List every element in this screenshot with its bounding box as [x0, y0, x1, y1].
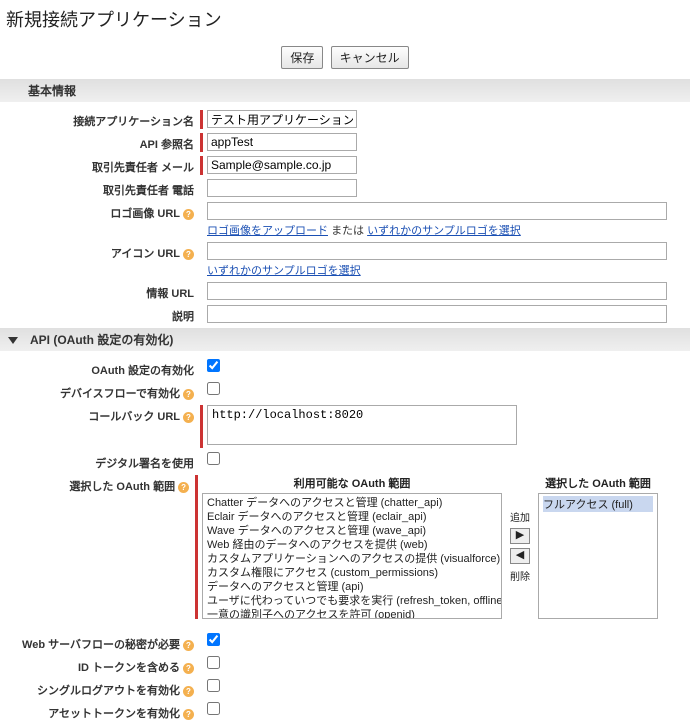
label-id-token: ID トークンを含める? — [0, 656, 200, 675]
add-label: 追加 — [510, 509, 530, 524]
input-description[interactable] — [207, 305, 667, 323]
logo-hint: ロゴ画像をアップロード または いずれかのサンプルロゴを選択 — [207, 222, 670, 238]
help-icon[interactable]: ? — [183, 709, 194, 720]
required-bar — [200, 110, 203, 129]
help-icon[interactable]: ? — [183, 209, 194, 220]
required-bar — [200, 133, 203, 152]
checkbox-id-token[interactable] — [207, 656, 220, 669]
page-title: 新規接続アプリケーション — [0, 0, 690, 42]
label-icon-url: アイコン URL? — [0, 242, 200, 261]
remove-label: 削除 — [510, 568, 530, 583]
scope-option[interactable]: Chatter データへのアクセスと管理 (chatter_api) — [207, 496, 497, 510]
input-email[interactable] — [207, 156, 357, 174]
label-selected-scope: 選択した OAuth 範囲? — [0, 475, 195, 494]
label-logo-url: ロゴ画像 URL? — [0, 202, 200, 221]
collapse-arrow-icon — [8, 337, 18, 344]
link-choose-sample-logo[interactable]: いずれかのサンプルロゴを選択 — [367, 225, 521, 237]
help-icon[interactable]: ? — [178, 482, 189, 493]
section-basic-info: 基本情報 — [0, 79, 690, 102]
label-enable-oauth: OAuth 設定の有効化 — [0, 359, 200, 378]
label-single-logout: シングルログアウトを有効化? — [0, 679, 200, 698]
label-phone: 取引先責任者 電話 — [0, 179, 200, 198]
textarea-callback-url[interactable]: http://localhost:8020 — [207, 405, 517, 445]
required-bar — [195, 475, 198, 619]
selected-scopes-header: 選択した OAuth 範囲 — [538, 475, 658, 493]
scope-option[interactable]: カスタムアプリケーションへのアクセスの提供 (visualforce) — [207, 552, 497, 566]
save-button[interactable]: 保存 — [281, 46, 323, 69]
label-digital-sig: デジタル署名を使用 — [0, 452, 200, 471]
help-icon[interactable]: ? — [183, 389, 194, 400]
scope-option[interactable]: Eclair データへのアクセスと管理 (eclair_api) — [207, 510, 497, 524]
input-info-url[interactable] — [207, 282, 667, 300]
input-app-name[interactable] — [207, 110, 357, 128]
scope-option[interactable]: ユーザに代わっていつでも要求を実行 (refresh_token, offlin… — [207, 594, 497, 608]
help-icon[interactable]: ? — [183, 412, 194, 423]
scope-option[interactable]: フルアクセス (full) — [543, 496, 653, 512]
input-logo-url[interactable] — [207, 202, 667, 220]
checkbox-enable-oauth[interactable] — [207, 359, 220, 372]
input-phone[interactable] — [207, 179, 357, 197]
icon-hint: いずれかのサンプルロゴを選択 — [207, 262, 670, 278]
available-scopes-list[interactable]: Chatter データへのアクセスと管理 (chatter_api)Eclair… — [202, 493, 502, 619]
scope-option[interactable]: 一意の識別子へのアクセスを許可 (openid) — [207, 608, 497, 619]
help-icon[interactable]: ? — [183, 640, 194, 651]
label-web-server-secret: Web サーバフローの秘密が必要? — [0, 633, 200, 652]
help-icon[interactable]: ? — [183, 686, 194, 697]
input-icon-url[interactable] — [207, 242, 667, 260]
link-choose-sample-icon[interactable]: いずれかのサンプルロゴを選択 — [207, 265, 361, 277]
available-scopes-header: 利用可能な OAuth 範囲 — [202, 475, 502, 493]
scope-option[interactable]: Web 経由のデータへのアクセスを提供 (web) — [207, 538, 497, 552]
cancel-button[interactable]: キャンセル — [331, 46, 409, 69]
link-upload-logo[interactable]: ロゴ画像をアップロード — [207, 225, 328, 237]
checkbox-single-logout[interactable] — [207, 679, 220, 692]
label-app-name: 接続アプリケーション名 — [0, 110, 200, 129]
label-email: 取引先責任者 メール — [0, 156, 200, 175]
help-icon[interactable]: ? — [183, 249, 194, 260]
input-api-name[interactable] — [207, 133, 357, 151]
section-api-oauth[interactable]: API (OAuth 設定の有効化) — [0, 328, 690, 351]
checkbox-device-flow[interactable] — [207, 382, 220, 395]
checkbox-digital-sig[interactable] — [207, 452, 220, 465]
checkbox-asset-token[interactable] — [207, 702, 220, 715]
selected-scopes-list[interactable]: フルアクセス (full) — [538, 493, 658, 619]
remove-scope-button[interactable]: ◀ — [510, 548, 530, 564]
label-api-name: API 参照名 — [0, 133, 200, 152]
required-bar — [200, 405, 203, 448]
required-bar — [200, 156, 203, 175]
scope-option[interactable]: カスタム権限にアクセス (custom_permissions) — [207, 566, 497, 580]
label-device-flow: デバイスフローで有効化? — [0, 382, 200, 401]
label-info-url: 情報 URL — [0, 282, 200, 301]
button-row: 保存 キャンセル — [0, 42, 690, 79]
label-asset-token: アセットトークンを有効化? — [0, 702, 200, 721]
help-icon[interactable]: ? — [183, 663, 194, 674]
label-description: 説明 — [0, 305, 200, 324]
checkbox-web-server-secret[interactable] — [207, 633, 220, 646]
label-callback-url: コールバック URL? — [0, 405, 200, 424]
scope-option[interactable]: Wave データへのアクセスと管理 (wave_api) — [207, 524, 497, 538]
add-scope-button[interactable]: ▶ — [510, 528, 530, 544]
scope-option[interactable]: データへのアクセスと管理 (api) — [207, 580, 497, 594]
